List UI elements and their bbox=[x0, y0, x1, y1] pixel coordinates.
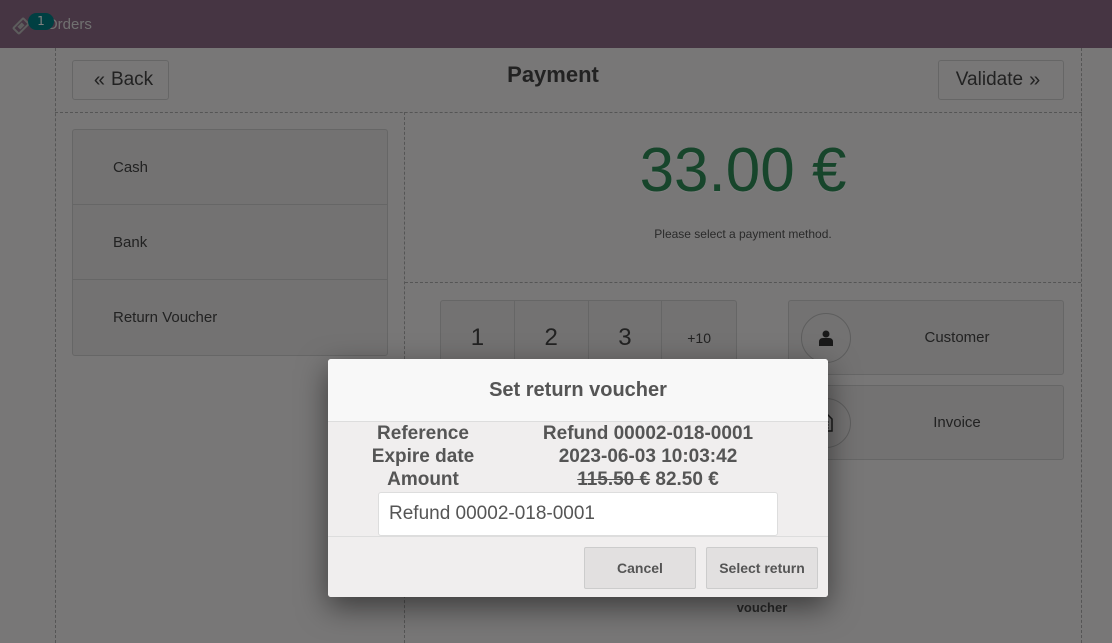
expire-date-row: Expire date 2023-06-03 10:03:42 bbox=[328, 446, 828, 469]
reference-value: Refund 00002-018-0001 bbox=[542, 423, 754, 444]
expire-date-label: Expire date bbox=[371, 446, 475, 467]
voucher-reference-input[interactable] bbox=[378, 492, 778, 536]
reference-label: Reference bbox=[377, 423, 469, 444]
remaining-amount: 82.50 € bbox=[655, 469, 719, 490]
amount-values: 115.50 € 82.50 € bbox=[508, 469, 788, 491]
expire-date-value: 2023-06-03 10:03:42 bbox=[558, 446, 738, 467]
select-return-button[interactable]: Select return bbox=[706, 547, 818, 589]
reference-row: Reference Refund 00002-018-0001 bbox=[328, 423, 828, 446]
amount-label: Amount bbox=[387, 469, 459, 490]
dialog-body: Reference Refund 00002-018-0001 Expire d… bbox=[328, 422, 828, 536]
amount-row: Amount 115.50 € 82.50 € bbox=[328, 469, 828, 492]
dialog-footer: Cancel Select return bbox=[328, 536, 828, 597]
set-return-voucher-dialog: Set return voucher Reference Refund 0000… bbox=[328, 359, 828, 597]
original-amount: 115.50 € bbox=[577, 469, 651, 490]
dialog-title: Set return voucher bbox=[328, 359, 828, 422]
cancel-button[interactable]: Cancel bbox=[584, 547, 696, 589]
